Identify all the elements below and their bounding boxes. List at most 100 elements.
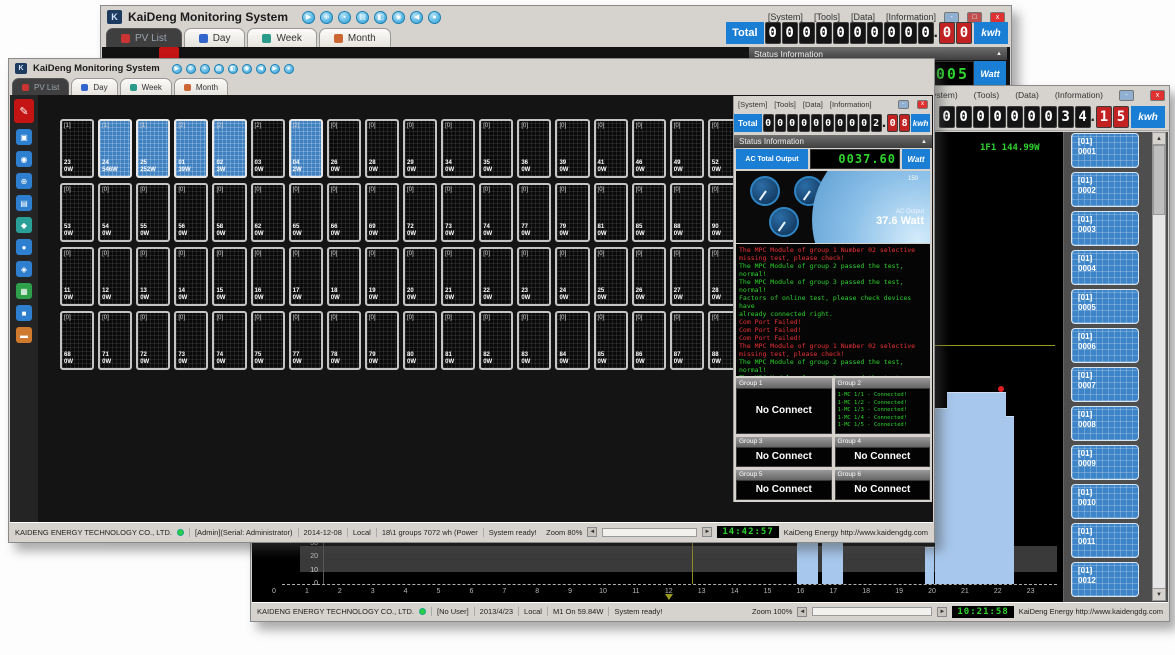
print-icon[interactable]: ▬ [16,327,32,343]
pv-panel-cell[interactable]: [0] 84 0W [555,311,589,370]
zoom-in-button[interactable]: ► [937,607,947,617]
pv-panel-cell[interactable]: [1] 24 546W [98,119,132,178]
pv-panel-cell[interactable]: [0] 12 0W [98,247,132,306]
pv-panel-cell[interactable]: [0] 83 0W [517,311,551,370]
chart-icon[interactable]: ▦ [16,283,32,299]
inverter-card[interactable]: [01] 0004 [1071,250,1139,285]
bulb-icon[interactable]: ◉ [392,11,405,24]
pv-panel-cell[interactable]: [1] 25 252W [136,119,170,178]
pv-panel-cell[interactable]: [0] 62 0W [251,183,285,242]
back-icon[interactable]: ◀ [410,11,423,24]
pv-panel-cell[interactable]: [0] 78 0W [327,311,361,370]
pv-panel-cell[interactable]: [0] 81 0W [594,183,628,242]
power-icon[interactable]: ◉ [16,151,32,167]
tab[interactable]: Week [247,28,316,47]
pv-panel-cell[interactable]: [0] 68 0W [60,311,94,370]
tab[interactable]: Month [174,78,228,95]
tab[interactable]: PV List [106,28,182,47]
inverter-card[interactable]: [01] 0012 [1071,562,1139,597]
menu-item[interactable]: [System] [738,100,767,109]
pv-panel-cell[interactable]: [0] 85 0W [594,311,628,370]
minimize-button[interactable]: - [898,100,909,109]
sidebar-scrollbar[interactable]: ▲ ▼ [1152,132,1166,601]
pv-panel-cell[interactable]: [0] 36 0W [517,119,551,178]
pv-panel-cell[interactable]: [0] 53 0W [60,183,94,242]
pv-panel-cell[interactable]: [0] 56 0W [174,183,208,242]
zoom-slider[interactable] [812,607,932,616]
group-box[interactable]: Group 4 No Connect [835,437,931,467]
network-icon[interactable]: ◈ [16,261,32,277]
pv-panel-cell[interactable]: [0] 58 0W [212,183,246,242]
pv-panel-cell[interactable]: [0] 18 0W [327,247,361,306]
inverter-card[interactable]: [01] 0011 [1071,523,1139,558]
menu-item[interactable]: [Data] [803,100,823,109]
globe-icon[interactable]: ● [16,239,32,255]
lock-icon[interactable]: ▪ [200,64,210,74]
pv-panel-cell[interactable]: [0] 69 0W [365,183,399,242]
settings-icon[interactable]: ⊕ [320,11,333,24]
pv-panel-cell[interactable]: [0] 29 0W [403,119,437,178]
pv-panel-cell[interactable]: [0] 71 0W [98,311,132,370]
pv-panel-cell[interactable]: [2] 02 3W [212,119,246,178]
inverter-card[interactable]: [01] 0003 [1071,211,1139,246]
zoom-slider[interactable] [602,528,697,537]
pv-panel-cell[interactable]: [0] 49 0W [670,119,704,178]
pv-panel-cell[interactable]: [0] 27 0W [670,247,704,306]
menu-item[interactable]: (Information) [1055,90,1103,100]
pv-panel-cell[interactable]: [0] 20 0W [403,247,437,306]
inverter-card[interactable]: [01] 0005 [1071,289,1139,324]
zoom-in-button[interactable]: ► [702,527,712,537]
menu-item[interactable]: (Data) [1015,90,1039,100]
inverter-card[interactable]: [01] 0008 [1071,406,1139,441]
scrollbar-thumb[interactable] [1153,145,1165,215]
pv-panel-cell[interactable]: [0] 79 0W [555,183,589,242]
pv-panel-cell[interactable]: [0] 14 0W [174,247,208,306]
titlebar[interactable]: K KaiDeng Monitoring System ▶⊕▪▤◧◉◀▶● [9,59,934,78]
scrollbar-track[interactable] [1152,145,1166,588]
pv-panel-cell[interactable]: [0] 28 0W [365,119,399,178]
pv-panel-cell[interactable]: [0] 77 0W [289,311,323,370]
group-box[interactable]: Group 5 No Connect [736,470,832,500]
status-information-header[interactable]: Status Information ▲ [734,135,932,148]
pv-panel-cell[interactable]: [0] 85 0W [632,183,666,242]
pv-panel-cell[interactable]: [0] 35 0W [479,119,513,178]
brand-link[interactable]: KaiDeng Energy http://www.kaidengdg.com [784,528,928,537]
tab[interactable]: Week [120,78,172,95]
tab[interactable]: PV List [12,78,69,95]
shield-icon[interactable]: ◆ [16,217,32,233]
pv-panel-cell[interactable]: [0] 82 0W [479,311,513,370]
pv-panel-cell[interactable]: [0] 80 0W [403,311,437,370]
tab[interactable]: Month [319,28,391,47]
pv-panel-cell[interactable]: [0] 55 0W [136,183,170,242]
close-button[interactable]: x [917,100,928,109]
pv-panel-cell[interactable]: [0] 65 0W [289,183,323,242]
pv-panel-cell[interactable]: [0] 41 0W [594,119,628,178]
tab[interactable]: Day [71,78,117,95]
pv-panel-cell[interactable]: [0] 74 0W [212,311,246,370]
pv-panel-cell[interactable]: [0] 26 0W [327,119,361,178]
group-box[interactable]: Group 3 No Connect [736,437,832,467]
collapse-icon[interactable]: ▲ [921,139,927,145]
collapse-icon[interactable]: ▲ [996,51,1002,57]
group-box[interactable]: Group 1 No Connect [736,378,832,434]
pv-panel-cell[interactable]: [0] 72 0W [403,183,437,242]
layout-icon[interactable]: ▣ [16,129,32,145]
inverter-card[interactable]: [01] 0006 [1071,328,1139,363]
pv-panel-cell[interactable]: [0] 21 0W [441,247,475,306]
pv-panel-cell[interactable]: [0] 15 0W [212,247,246,306]
book-icon[interactable]: ▤ [356,11,369,24]
pv-panel-cell[interactable]: [0] 22 0W [479,247,513,306]
brand-link[interactable]: KaiDeng Energy http://www.kaidengdg.com [1019,607,1163,616]
pen-tool-icon[interactable]: ✎ [14,99,34,123]
globe-icon[interactable]: ● [284,64,294,74]
menu-item[interactable]: [Tools] [774,100,796,109]
scroll-down-icon[interactable]: ▼ [1152,588,1166,601]
browser-icon[interactable]: ◧ [228,64,238,74]
pv-panel-cell[interactable]: [0] 13 0W [136,247,170,306]
menu-item[interactable]: [Information] [830,100,872,109]
pv-panel-cell[interactable]: [0] 72 0W [136,311,170,370]
group-box[interactable]: Group 2 1-MC 1/1 - Connected! 1-MC 1/2 -… [835,378,931,434]
inverter-card[interactable]: [01] 0002 [1071,172,1139,207]
zoom-out-button[interactable]: ◄ [797,607,807,617]
pv-panel-cell[interactable]: [0] 74 0W [479,183,513,242]
